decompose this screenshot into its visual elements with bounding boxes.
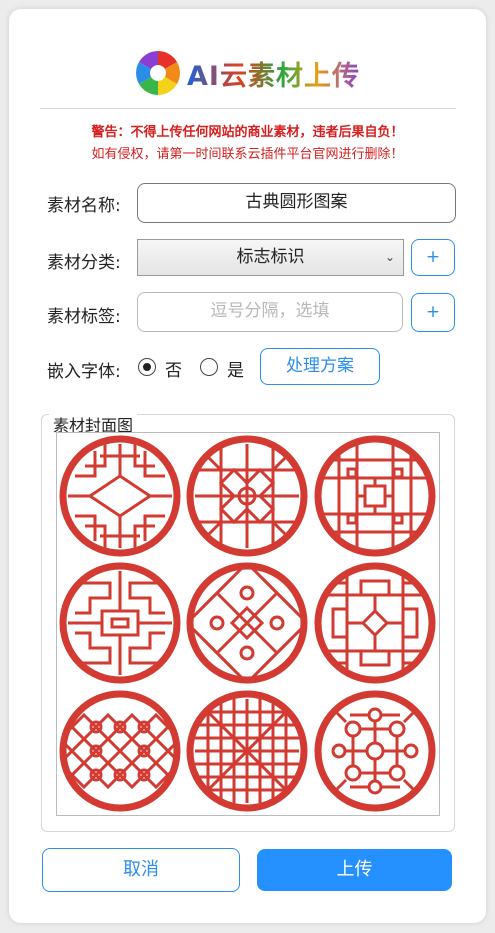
name-label: 素材名称: — [47, 196, 121, 216]
category-select[interactable]: 标志标识 ⌄ — [137, 239, 404, 276]
plan-button[interactable]: 处理方案 — [260, 348, 380, 385]
cover-image[interactable] — [56, 432, 440, 816]
app-title: AI云素材上传 — [187, 54, 360, 93]
cancel-button[interactable]: 取消 — [42, 848, 240, 892]
lattice-medallion — [59, 690, 181, 812]
lattice-medallion — [186, 435, 308, 557]
header-divider — [40, 108, 456, 109]
lattice-medallion — [59, 435, 181, 557]
embed-yes-label: 是 — [227, 361, 244, 381]
app-logo: AI云素材上传 — [9, 47, 486, 99]
add-tag-button[interactable]: + — [411, 293, 455, 332]
category-label: 素材分类: — [47, 253, 121, 273]
tags-label: 素材标签: — [47, 307, 121, 327]
embed-no-radio[interactable] — [138, 358, 156, 376]
embed-no-label: 否 — [165, 361, 182, 381]
upload-button[interactable]: 上传 — [257, 849, 452, 891]
warning-line-2: 如有侵权，请第一时间联系云插件平台官网进行删除！ — [91, 147, 404, 162]
lattice-medallion — [314, 562, 436, 684]
warning-line-1: 警告：不得上传任何网站的商业素材，违者后果自负！ — [91, 125, 404, 140]
embed-yes-radio[interactable] — [200, 358, 218, 376]
upload-dialog: AI云素材上传 警告：不得上传任何网站的商业素材，违者后果自负！ 如有侵权，请第… — [9, 9, 486, 923]
chinese-lattice-pattern-grid — [59, 435, 436, 812]
embed-font-label: 嵌入字体: — [47, 362, 121, 382]
lattice-medallion — [314, 435, 436, 557]
lattice-medallion — [186, 690, 308, 812]
lattice-medallion — [314, 690, 436, 812]
rainbow-aperture-icon — [136, 51, 180, 95]
tags-input[interactable]: 逗号分隔，选填 — [137, 292, 403, 332]
lattice-medallion — [59, 562, 181, 684]
chevron-down-icon: ⌄ — [384, 250, 395, 264]
lattice-medallion — [186, 562, 308, 684]
add-category-button[interactable]: + — [411, 239, 455, 276]
name-input[interactable]: 古典圆形图案 — [137, 183, 456, 223]
category-value: 标志标识 — [236, 247, 305, 267]
